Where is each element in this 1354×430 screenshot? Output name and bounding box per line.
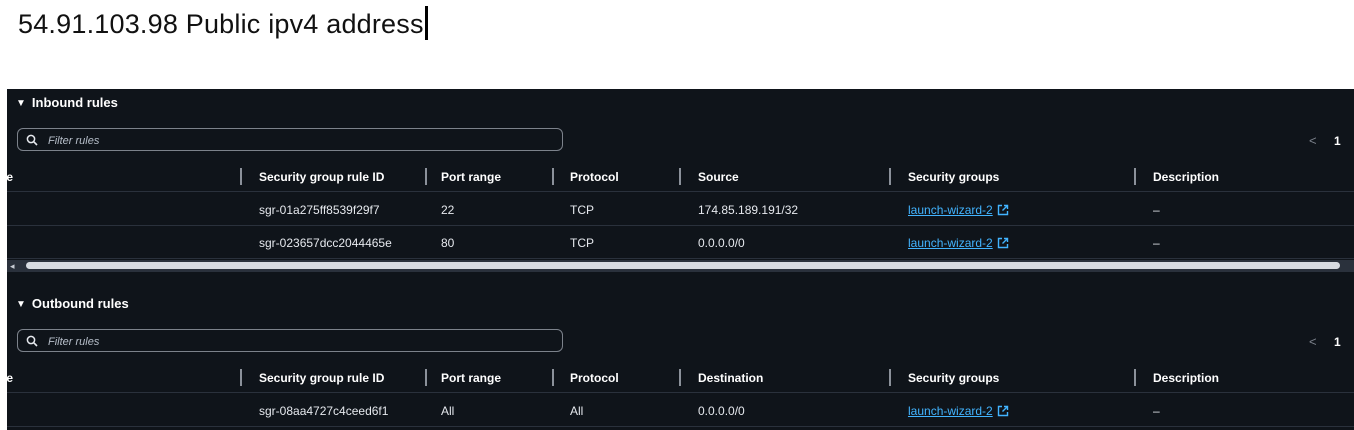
col-divider[interactable] — [240, 369, 242, 386]
security-group-name: launch-wizard-2 — [908, 404, 993, 418]
port-range: All — [441, 404, 455, 418]
external-link-icon — [997, 405, 1008, 417]
source: 0.0.0.0/0 — [698, 236, 745, 250]
protocol: TCP — [570, 203, 594, 217]
col-divider[interactable] — [679, 168, 681, 185]
rule-id: sgr-023657dcc2044465e — [259, 236, 392, 250]
col-description[interactable]: Description — [1153, 170, 1219, 184]
col-name[interactable]: ne — [0, 170, 13, 184]
horizontal-scrollbar[interactable]: ◂ — [7, 260, 1354, 272]
col-security-groups[interactable]: Security groups — [908, 371, 999, 385]
security-rules-panel: ▼ Inbound rules < 1 ne Security group rul… — [0, 89, 1354, 430]
outbound-filter-input[interactable] — [46, 332, 550, 351]
outbound-rules-title: Outbound rules — [31, 296, 129, 311]
caret-down-icon: ▼ — [16, 98, 26, 109]
security-group-link[interactable]: launch-wizard-2 — [908, 404, 1009, 418]
col-divider[interactable] — [240, 168, 242, 185]
inbound-table-header: ne Security group rule ID Port range Pro… — [0, 162, 1354, 192]
external-link-icon — [997, 237, 1008, 249]
protocol: All — [570, 404, 584, 418]
outbound-prev-page[interactable]: < — [1309, 334, 1317, 349]
outbound-rules-toggle[interactable]: ▼ Outbound rules — [16, 296, 129, 311]
col-divider[interactable] — [889, 168, 891, 185]
col-rule-id[interactable]: Security group rule ID — [259, 371, 384, 385]
port-range: 80 — [441, 236, 455, 250]
col-divider[interactable] — [552, 369, 554, 386]
inbound-filter-input[interactable] — [46, 131, 550, 150]
col-destination[interactable]: Destination — [698, 371, 763, 385]
rule-id: sgr-01a275ff8539f29f7 — [259, 203, 380, 217]
col-protocol[interactable]: Protocol — [570, 371, 619, 385]
col-divider[interactable] — [552, 168, 554, 185]
port-range: 22 — [441, 203, 455, 217]
col-divider[interactable] — [679, 369, 681, 386]
ip-heading-text: 54.91.103.98 Public ipv4 address — [18, 9, 424, 39]
search-icon — [26, 134, 38, 146]
scrollbar-thumb[interactable] — [26, 262, 1340, 269]
protocol: TCP — [570, 236, 594, 250]
col-protocol[interactable]: Protocol — [570, 170, 619, 184]
col-description[interactable]: Description — [1153, 371, 1219, 385]
search-icon — [26, 335, 38, 347]
col-rule-id[interactable]: Security group rule ID — [259, 170, 384, 184]
security-group-link[interactable]: launch-wizard-2 — [908, 236, 1009, 250]
inbound-page-1[interactable]: 1 — [1334, 134, 1341, 148]
caret-down-icon: ▼ — [16, 299, 26, 310]
inbound-rules-toggle[interactable]: ▼ Inbound rules — [16, 95, 118, 110]
description: – — [1153, 203, 1160, 217]
security-group-name: launch-wizard-2 — [908, 236, 993, 250]
scroll-left-arrow[interactable]: ◂ — [10, 260, 15, 272]
col-name[interactable]: ne — [0, 371, 13, 385]
col-divider[interactable] — [425, 369, 427, 386]
table-row[interactable]: sgr-08aa4727c4ceed6f1 All All 0.0.0.0/0 … — [7, 394, 1354, 427]
description: – — [1153, 236, 1160, 250]
col-divider[interactable] — [889, 369, 891, 386]
inbound-prev-page[interactable]: < — [1309, 133, 1317, 148]
external-link-icon — [997, 204, 1008, 216]
ip-heading[interactable]: 54.91.103.98 Public ipv4 address — [18, 6, 428, 40]
table-row[interactable]: sgr-01a275ff8539f29f7 22 TCP 174.85.189.… — [7, 193, 1354, 226]
inbound-rules-title: Inbound rules — [31, 95, 118, 110]
inbound-filter[interactable] — [17, 128, 563, 151]
destination: 0.0.0.0/0 — [698, 404, 745, 418]
col-divider[interactable] — [1134, 369, 1136, 386]
col-divider[interactable] — [425, 168, 427, 185]
outbound-table-header: ne Security group rule ID Port range Pro… — [0, 363, 1354, 393]
col-port-range[interactable]: Port range — [441, 170, 501, 184]
table-row[interactable]: sgr-023657dcc2044465e 80 TCP 0.0.0.0/0 l… — [7, 226, 1354, 259]
security-group-link[interactable]: launch-wizard-2 — [908, 203, 1009, 217]
outbound-filter[interactable] — [17, 329, 563, 352]
description: – — [1153, 404, 1160, 418]
col-divider[interactable] — [1134, 168, 1136, 185]
security-group-name: launch-wizard-2 — [908, 203, 993, 217]
col-security-groups[interactable]: Security groups — [908, 170, 999, 184]
col-source[interactable]: Source — [698, 170, 739, 184]
source: 174.85.189.191/32 — [698, 203, 799, 217]
rule-id: sgr-08aa4727c4ceed6f1 — [259, 404, 389, 418]
outbound-page-1[interactable]: 1 — [1334, 335, 1341, 349]
text-cursor — [424, 6, 428, 40]
col-port-range[interactable]: Port range — [441, 371, 501, 385]
